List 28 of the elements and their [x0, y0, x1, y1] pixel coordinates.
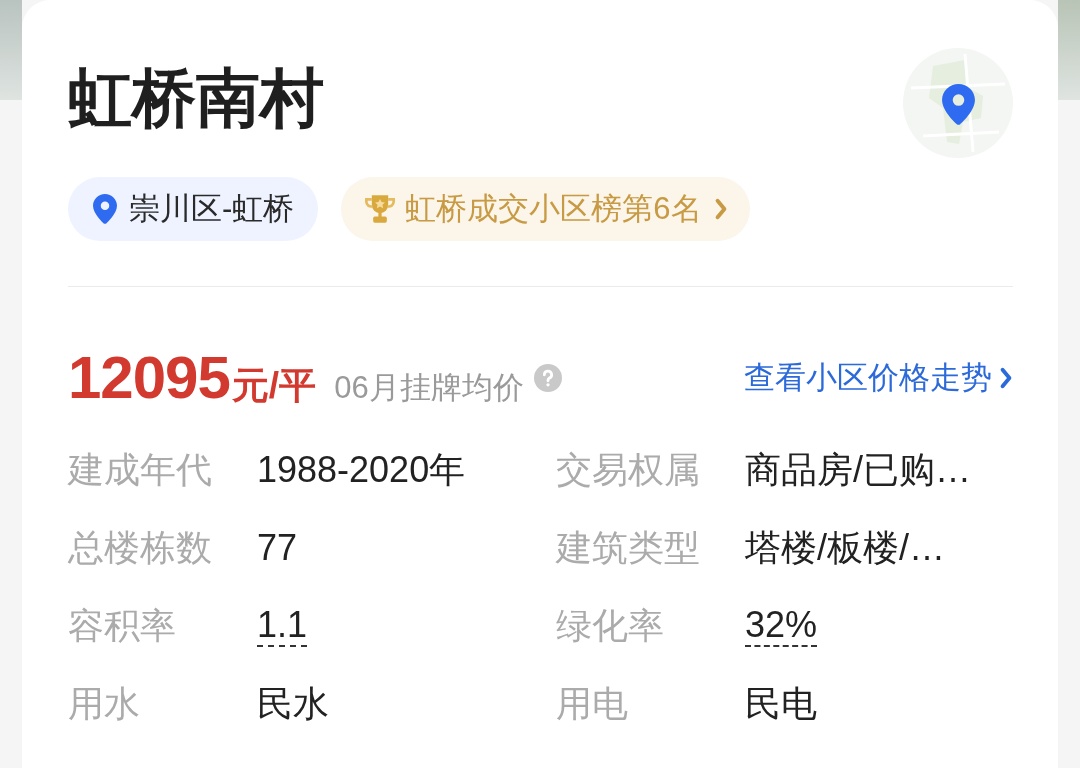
detail-label: 交易权属: [556, 448, 700, 492]
price-value: 12095: [68, 348, 230, 408]
detail-label: 绿化率: [556, 604, 664, 648]
detail-value: 1988-2020年: [257, 449, 466, 491]
trophy-icon: [365, 194, 396, 224]
location-pin-icon: [93, 194, 117, 224]
detail-value: 77: [257, 527, 298, 569]
detail-label: 建成年代: [68, 448, 212, 492]
price-trend-link[interactable]: 查看小区价格走势: [744, 354, 1013, 402]
location-pin-icon: [942, 84, 975, 125]
community-name: 虹桥南村: [68, 62, 324, 134]
detail-value[interactable]: 32%: [745, 605, 818, 647]
location-tag[interactable]: 崇川区-虹桥: [68, 177, 319, 241]
price-unit: 元/平: [231, 367, 317, 404]
map-thumbnail[interactable]: [903, 48, 1013, 158]
detail-label: 总楼栋数: [68, 526, 212, 570]
detail-value: 塔楼/板楼/…: [745, 527, 945, 569]
detail-value: 商品房/已购…: [745, 449, 971, 491]
detail-value[interactable]: 1.1: [257, 605, 308, 647]
detail-value: 民电: [745, 683, 817, 725]
chevron-right-icon: [999, 367, 1013, 389]
detail-label: 用电: [556, 682, 628, 726]
detail-label: 建筑类型: [556, 526, 700, 570]
detail-label: 容积率: [68, 604, 176, 648]
chevron-right-icon: [713, 198, 728, 220]
detail-label: 用水: [68, 682, 140, 726]
detail-value: 民水: [257, 683, 329, 725]
price-caption: 06月挂牌均价: [334, 372, 524, 403]
